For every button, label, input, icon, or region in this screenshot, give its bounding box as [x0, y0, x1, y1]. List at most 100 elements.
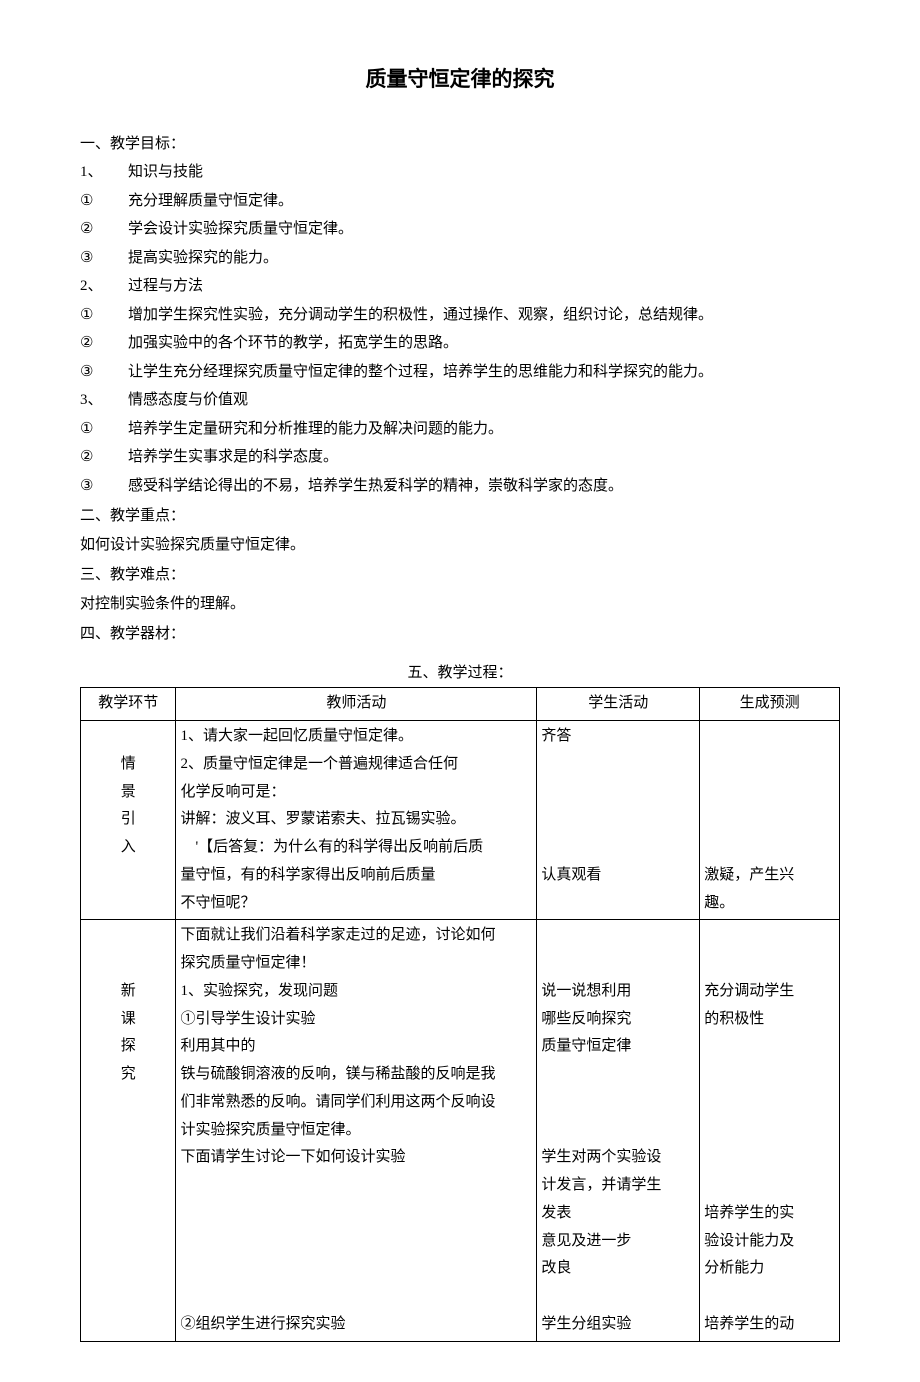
teacher-cell-2: 下面就让我们沿着科学家走过的足迹，讨论如何 探究质量守恒定律！ 1、实验探究，发… — [176, 920, 537, 1341]
g3-item-1: ① 培养学生定量研究和分析推理的能力及解决问题的能力。 — [80, 415, 840, 444]
s2-p5: 计发言，并请学生 — [541, 1172, 695, 1200]
g3-item-2: ② 培养学生实事求是的科学态度。 — [80, 443, 840, 472]
s2-p4: 学生对两个实验设 — [541, 1144, 695, 1172]
t2-p0b: 探究质量守恒定律！ — [180, 950, 532, 978]
g2-i2-num: ② — [80, 329, 128, 358]
p2-p6: 培养学生的动 — [704, 1311, 835, 1339]
g2-i3-num: ③ — [80, 358, 128, 387]
p1-p2: 趣。 — [704, 890, 835, 918]
t2-p8: ②组织学生进行探究实验 — [180, 1311, 532, 1339]
group-3-num: 3、 — [80, 386, 128, 415]
section-1: 一、教学目标： 1、 知识与技能 ① 充分理解质量守恒定律。 ② 学会设计实验探… — [80, 130, 840, 501]
t1-p3: 化学反响可是： — [180, 779, 532, 807]
t2-p3: 利用其中的 — [180, 1033, 532, 1061]
stage-cell-1: 情 景 引 入 — [81, 721, 176, 920]
p2-p2: 的积极性 — [704, 1006, 835, 1034]
student-cell-1: 齐答 认真观看 — [537, 721, 700, 920]
t2-p0a: 下面就让我们沿着科学家走过的足迹，讨论如何 — [180, 922, 532, 950]
g1-i2-num: ② — [80, 215, 128, 244]
g3-item-3: ③ 感受科学结论得出的不易，培养学生热爱科学的精神，崇敬科学家的态度。 — [80, 472, 840, 501]
t1-p2: 2、质量守恒定律是一个普遍规律适合任何 — [180, 751, 532, 779]
g3-i1-text: 培养学生定量研究和分析推理的能力及解决问题的能力。 — [128, 415, 840, 444]
s2-p6: 发表 — [541, 1200, 695, 1228]
s2-p2: 哪些反响探究 — [541, 1006, 695, 1034]
s1-p2: 认真观看 — [541, 862, 695, 890]
header-student: 学生活动 — [537, 688, 700, 721]
group-3-heading: 3、 情感态度与价值观 — [80, 386, 840, 415]
table-row: 新 课 探 究 下面就让我们沿着科学家走过的足迹，讨论如何 探究质量守恒定律！ … — [81, 920, 840, 1341]
s2-p1: 说一说想利用 — [541, 978, 695, 1006]
g1-i1-num: ① — [80, 187, 128, 216]
t1-p1: 1、请大家一起回忆质量守恒定律。 — [180, 723, 532, 751]
group-3-label: 情感态度与价值观 — [128, 386, 840, 415]
header-teacher: 教师活动 — [176, 688, 537, 721]
teaching-process-table: 教学环节 教师活动 学生活动 生成预测 情 景 引 入 1、请大家一起回忆质量守… — [80, 687, 840, 1341]
g1-i3-num: ③ — [80, 244, 128, 273]
t2-p2: ①引导学生设计实验 — [180, 1006, 532, 1034]
student-cell-2: 说一说想利用 哪些反响探究 质量守恒定律 学生对两个实验设 计发言，并请学生 发… — [537, 920, 700, 1341]
s2-p7: 意见及进一步 — [541, 1228, 695, 1256]
t1-p7: 不守恒呢？ — [180, 890, 532, 918]
stage2-c1: 新 — [85, 978, 171, 1006]
p2-p5: 分析能力 — [704, 1255, 835, 1283]
p2-p3: 培养学生的实 — [704, 1200, 835, 1228]
group-1-heading: 1、 知识与技能 — [80, 158, 840, 187]
t1-p6: 量守恒，有的科学家得出反响前后质量 — [180, 862, 532, 890]
document-title: 质量守恒定律的探究 — [80, 60, 840, 100]
group-2-heading: 2、 过程与方法 — [80, 272, 840, 301]
g1-item-3: ③ 提高实验探究的能力。 — [80, 244, 840, 273]
header-prediction: 生成预测 — [700, 688, 840, 721]
p2-p1: 充分调动学生 — [704, 978, 835, 1006]
g1-i1-text: 充分理解质量守恒定律。 — [128, 187, 840, 216]
g2-i3-text: 让学生充分经理探究质量守恒定律的整个过程，培养学生的思维能力和科学探究的能力。 — [128, 358, 840, 387]
section-4-heading: 四、教学器材： — [80, 620, 840, 649]
p2-p4: 验设计能力及 — [704, 1228, 835, 1256]
t2-p4: 铁与硫酸铜溶液的反响，镁与稀盐酸的反响是我 — [180, 1061, 532, 1089]
t2-p7: 下面请学生讨论一下如何设计实验 — [180, 1144, 532, 1172]
group-1-num: 1、 — [80, 158, 128, 187]
g1-i2-text: 学会设计实验探究质量守恒定律。 — [128, 215, 840, 244]
stage2-c2: 课 — [85, 1006, 171, 1034]
g2-item-3: ③ 让学生充分经理探究质量守恒定律的整个过程，培养学生的思维能力和科学探究的能力… — [80, 358, 840, 387]
stage1-c2: 景 — [85, 779, 171, 807]
g2-i1-num: ① — [80, 301, 128, 330]
table-header-row: 教学环节 教师活动 学生活动 生成预测 — [81, 688, 840, 721]
g2-item-1: ① 增加学生探究性实验，充分调动学生的积极性，通过操作、观察，组织讨论，总结规律… — [80, 301, 840, 330]
teacher-cell-1: 1、请大家一起回忆质量守恒定律。 2、质量守恒定律是一个普遍规律适合任何 化学反… — [176, 721, 537, 920]
section-5-heading: 五、教学过程： — [80, 659, 840, 688]
group-2-label: 过程与方法 — [128, 272, 840, 301]
table-row: 情 景 引 入 1、请大家一起回忆质量守恒定律。 2、质量守恒定律是一个普遍规律… — [81, 721, 840, 920]
g3-i3-text: 感受科学结论得出的不易，培养学生热爱科学的精神，崇敬科学家的态度。 — [128, 472, 840, 501]
t2-p1: 1、实验探究，发现问题 — [180, 978, 532, 1006]
stage1-c3: 引 — [85, 806, 171, 834]
g2-i1-text: 增加学生探究性实验，充分调动学生的积极性，通过操作、观察，组织讨论，总结规律。 — [128, 301, 840, 330]
section-4: 四、教学器材： — [80, 620, 840, 649]
t2-p6: 计实验探究质量守恒定律。 — [180, 1117, 532, 1145]
g1-i3-text: 提高实验探究的能力。 — [128, 244, 840, 273]
s2-p3: 质量守恒定律 — [541, 1033, 695, 1061]
section-2: 二、教学重点： 如何设计实验探究质量守恒定律。 — [80, 502, 840, 559]
g3-i2-num: ② — [80, 443, 128, 472]
header-stage: 教学环节 — [81, 688, 176, 721]
group-1-label: 知识与技能 — [128, 158, 840, 187]
group-2-num: 2、 — [80, 272, 128, 301]
g3-i3-num: ③ — [80, 472, 128, 501]
g3-i1-num: ① — [80, 415, 128, 444]
stage2-c4: 究 — [85, 1061, 171, 1089]
t2-p5: 们非常熟悉的反响。请同学们利用这两个反响设 — [180, 1089, 532, 1117]
section-3-heading: 三、教学难点： — [80, 561, 840, 590]
g2-item-2: ② 加强实验中的各个环节的教学，拓宽学生的思路。 — [80, 329, 840, 358]
pred-cell-1: 激疑，产生兴 趣。 — [700, 721, 840, 920]
s1-p1: 齐答 — [541, 723, 695, 751]
s2-p9: 学生分组实验 — [541, 1311, 695, 1339]
stage-cell-2: 新 课 探 究 — [81, 920, 176, 1341]
p1-p1: 激疑，产生兴 — [704, 862, 835, 890]
g1-item-2: ② 学会设计实验探究质量守恒定律。 — [80, 215, 840, 244]
stage2-c3: 探 — [85, 1033, 171, 1061]
g2-i2-text: 加强实验中的各个环节的教学，拓宽学生的思路。 — [128, 329, 840, 358]
section-3-body: 对控制实验条件的理解。 — [80, 590, 840, 619]
t1-p4: 讲解：波义耳、罗蒙诺索夫、拉瓦锡实验。 — [180, 806, 532, 834]
t1-p5: '【后答复：为什么有的科学得出反响前后质 — [180, 834, 532, 862]
section-2-heading: 二、教学重点： — [80, 502, 840, 531]
stage1-c4: 入 — [85, 834, 171, 862]
